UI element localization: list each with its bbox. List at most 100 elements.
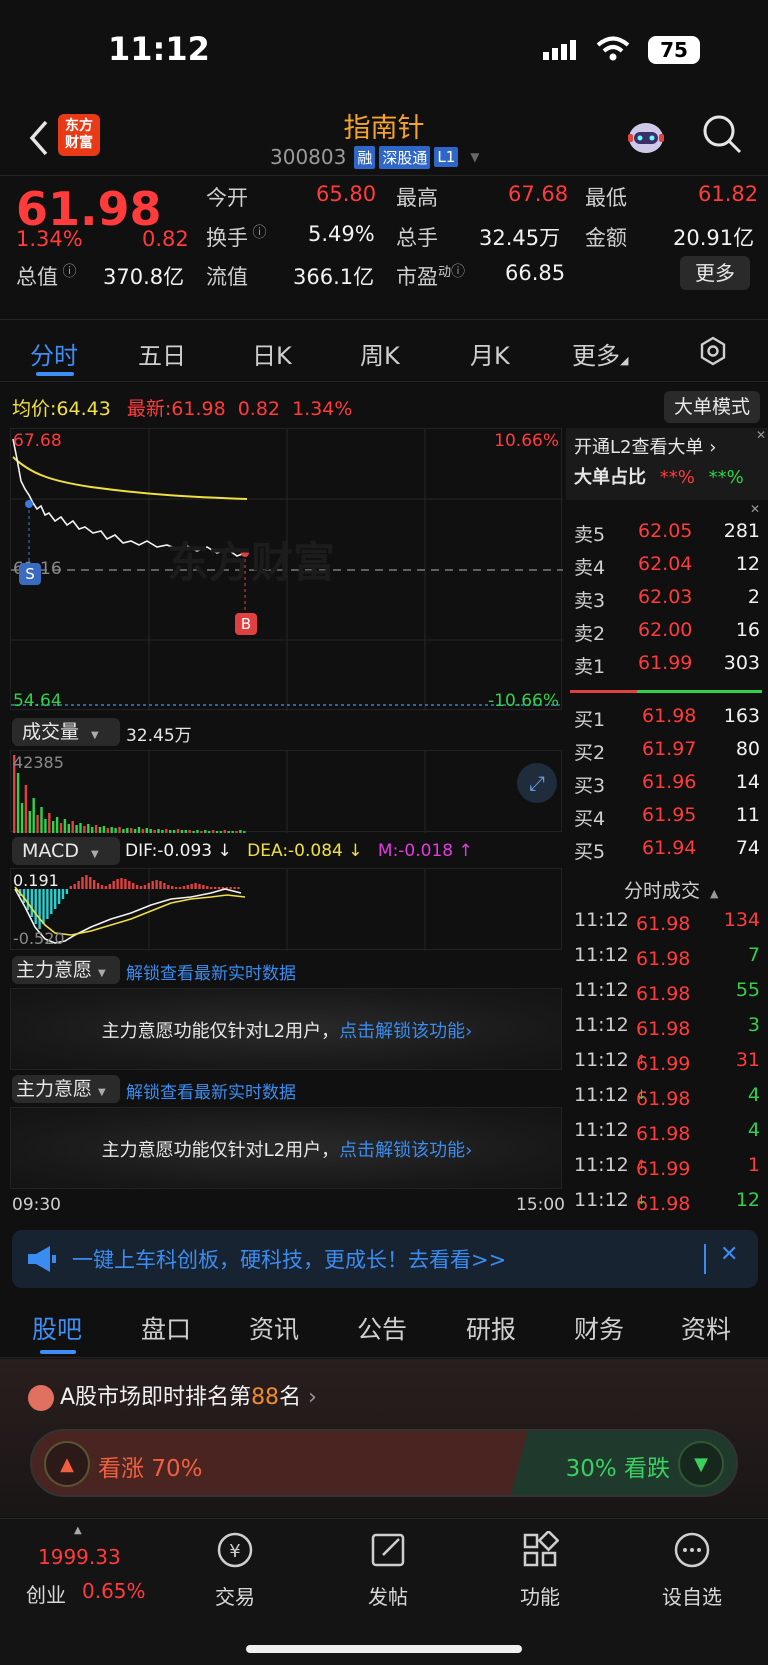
main-force-select-1[interactable]: 主力意愿 ▼ (12, 956, 120, 984)
volume-bar (133, 829, 137, 833)
tab-finance[interactable]: 财务 (574, 1310, 624, 1346)
macd-bar (57, 889, 61, 904)
volume-bar (110, 827, 113, 833)
tab-active-indicator (40, 1350, 76, 1354)
volume-bar (188, 830, 191, 833)
tab-research[interactable]: 研报 (466, 1310, 516, 1346)
unlock-cta-2[interactable]: 点击解锁该功能 (339, 1140, 465, 1161)
volume-bar (126, 828, 129, 833)
volume-bar (106, 828, 109, 833)
tab-monthly-k[interactable]: 月K (470, 336, 510, 371)
macd-bar (81, 877, 84, 889)
unlock-cta-1[interactable]: 点击解锁该功能 (339, 1021, 465, 1042)
macd-bar (96, 883, 100, 889)
close-icon[interactable]: ✕ (750, 502, 760, 516)
tick-row: 11:12 61.98 ↓ 4 (574, 1084, 760, 1110)
settings-gear-icon[interactable] (698, 336, 728, 366)
ask-row: 卖1 61.99 303 (574, 652, 760, 678)
robot-assistant-icon[interactable] (624, 114, 668, 158)
macd-bar (174, 887, 178, 889)
ranking-icon (28, 1385, 54, 1411)
volume-bar (130, 828, 133, 833)
tab-more[interactable]: 更多◢ (572, 336, 628, 371)
pct-axis-high: 10.66% (494, 431, 559, 451)
battery-level: 75 (660, 38, 688, 62)
intraday-chart[interactable]: 东方财富 67.68 10.66% 61.16 54.64 -10.66% S … (10, 428, 563, 711)
tab-daily-k[interactable]: 日K (252, 336, 292, 371)
big-order-mode-button[interactable]: 大单模式 (664, 391, 760, 423)
macd-bar (237, 887, 240, 889)
macd-bar (120, 878, 123, 889)
main-force-unlock-link-2[interactable]: 解锁查看最新实时数据 (126, 1078, 296, 1103)
promo-banner[interactable]: 一键上车科创板，硬科技，更成长！去看看>> ✕ (12, 1230, 758, 1288)
bid-row: 买5 61.94 74 (574, 837, 760, 863)
volume-bar (215, 831, 219, 833)
tab-news[interactable]: 资讯 (249, 1310, 299, 1346)
l2-promo[interactable]: 开通L2查看大单 › 大单占比 **% **% ✕ (566, 428, 768, 500)
big-order-ratio: 大单占比 **% **% (574, 467, 744, 488)
ticks-title[interactable]: 分时成交 ▲ (624, 876, 718, 903)
info-icon[interactable]: ⓘ (248, 225, 266, 241)
volume-bar (40, 807, 43, 833)
megaphone-icon (26, 1244, 58, 1274)
more-button[interactable]: 更多 (680, 256, 750, 290)
macd-bar (167, 885, 170, 889)
trade-icon[interactable]: ¥ (216, 1531, 254, 1569)
main-force-lock-msg-2: 主力意愿功能仅针对L2用户，点击解锁该功能› (101, 1140, 473, 1161)
tick-row: 11:12 61.98 7 (574, 944, 760, 970)
change-pct: 1.34% (16, 227, 83, 251)
close-icon[interactable]: ✕ (720, 1242, 738, 1267)
tab-weekly-k[interactable]: 周K (360, 336, 400, 371)
promo-text[interactable]: 一键上车科创板，硬科技，更成长！去看看>> (72, 1244, 506, 1274)
functions-icon[interactable] (521, 1529, 560, 1569)
stock-code-line[interactable]: 300803 融 深股通 L1 ▼ (270, 144, 480, 170)
volume-bar (157, 829, 160, 833)
nav-trade[interactable]: 交易 (185, 1581, 285, 1610)
macd-axis-top: 0.191 (13, 871, 59, 890)
search-icon[interactable] (700, 112, 744, 156)
macd-bar (89, 877, 92, 889)
info-icon[interactable]: ⓘ (451, 264, 465, 280)
ask-row: 卖2 62.00 16 (574, 619, 760, 645)
expand-icon[interactable]: ⤢ (517, 763, 557, 803)
main-force-unlock-link-1[interactable]: 解锁查看最新实时数据 (126, 959, 296, 984)
volume-bar (227, 831, 230, 833)
tab-intraday[interactable]: 分时 (30, 336, 78, 371)
wifi-icon (596, 36, 630, 62)
macd-indicator-select[interactable]: MACD ▼ (12, 837, 120, 865)
nav-functions[interactable]: 功能 (490, 1581, 590, 1610)
sentiment-bar[interactable]: ▲ 看涨 70% 30% 看跌 ▼ (30, 1429, 738, 1497)
info-tabs: 股吧 盘口 资讯 公告 研报 财务 资料 (0, 1296, 768, 1358)
main-force-locked-panel-2[interactable]: 主力意愿功能仅针对L2用户，点击解锁该功能› (10, 1107, 562, 1189)
macd-bar (233, 887, 236, 889)
tab-forum[interactable]: 股吧 (32, 1310, 82, 1346)
sell-marker[interactable]: S (19, 563, 41, 585)
nav-add-watchlist[interactable]: 设自选 (642, 1581, 742, 1610)
volume-bar (55, 817, 59, 833)
badge-margin: 融 (354, 145, 376, 169)
volume-indicator-select[interactable]: 成交量 ▼ (12, 718, 120, 746)
pe-label: 市盈动ⓘ (396, 264, 466, 289)
info-icon[interactable]: ⓘ (58, 264, 76, 280)
buy-marker[interactable]: B (235, 613, 257, 635)
volume-bar (137, 827, 141, 833)
main-force-locked-panel-1[interactable]: 主力意愿功能仅针对L2用户，点击解锁该功能› (10, 988, 562, 1070)
bear-button-icon[interactable]: ▼ (678, 1441, 724, 1487)
time-axis-start: 09:30 (12, 1195, 61, 1215)
nav-post[interactable]: 发帖 (338, 1581, 438, 1610)
close-icon[interactable]: ✕ (756, 428, 766, 442)
index-widget[interactable]: ▲ 1999.33 创业 0.65% (20, 1519, 170, 1619)
bull-button-icon[interactable]: ▲ (44, 1441, 90, 1487)
tab-announcements[interactable]: 公告 (357, 1310, 407, 1346)
tab-profile[interactable]: 资料 (681, 1310, 731, 1346)
volume-bar (79, 823, 82, 833)
main-force-select-2[interactable]: 主力意愿 ▼ (12, 1075, 120, 1103)
post-icon[interactable] (369, 1531, 407, 1569)
rank-line[interactable]: A股市场即时排名第88名 › (28, 1379, 317, 1411)
volume-bar (16, 773, 20, 833)
more-dots-icon[interactable] (673, 1531, 711, 1569)
tab-5day[interactable]: 五日 (138, 336, 186, 371)
mcap-value: 370.8亿 (103, 265, 185, 289)
tab-orderbook[interactable]: 盘口 (141, 1310, 191, 1346)
macd-values: DIF:-0.093 ↓ DEA:-0.084 ↓ M:-0.018 ↑ (125, 841, 473, 861)
